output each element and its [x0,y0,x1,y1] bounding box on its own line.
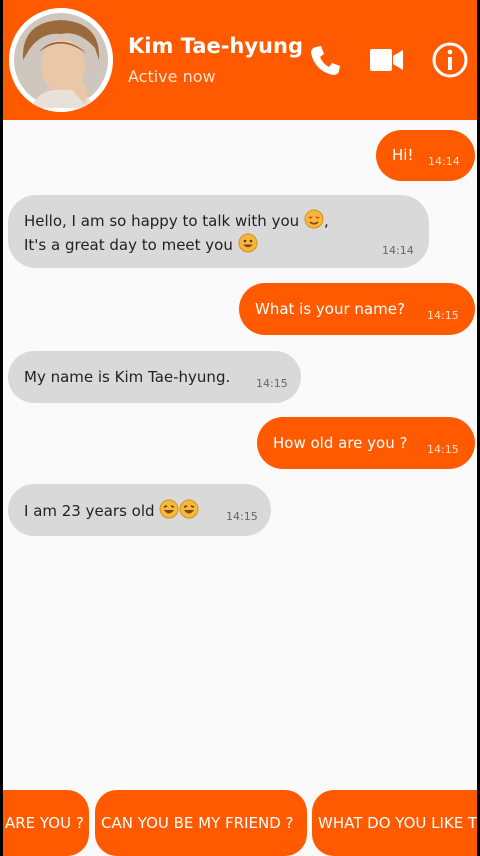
message-list: Hi! 14:14 Hello, I am so happy to talk w… [3,120,477,790]
heart-eyes-emoji-icon [304,209,324,229]
phone-icon[interactable] [305,40,345,80]
message-time: 14:15 [226,510,258,523]
chat-header: Kim Tae-hyung Active now [3,0,477,120]
message-time: 14:15 [256,377,288,390]
message-line: Hello, I am so happy to talk with you , [24,209,329,232]
laughing-emoji-icon [179,499,199,519]
quick-reply-chip[interactable]: CAN YOU BE MY FRIEND ? [95,790,307,856]
message-bubble-outgoing[interactable]: What is your name? 14:15 [239,283,475,335]
chat-screen: Kim Tae-hyung Active now Hi! 14:14 Hello… [3,0,477,856]
contact-name: Kim Tae-hyung [128,34,303,58]
message-line: I am 23 years old [24,499,199,522]
message-time: 14:15 [427,309,459,322]
message-bubble-outgoing[interactable]: Hi! 14:14 [376,130,475,181]
video-camera-icon[interactable] [366,40,406,80]
message-text: My name is Kim Tae-hyung. [24,368,231,386]
grinning-emoji-icon [238,233,258,253]
message-bubble-incoming[interactable]: Hello, I am so happy to talk with you , … [8,195,429,268]
message-bubble-incoming[interactable]: My name is Kim Tae-hyung. 14:15 [8,351,301,403]
quick-reply-chip[interactable]: ARE YOU ? [3,790,89,856]
message-text: What is your name? [255,300,405,318]
message-time: 14:14 [382,244,414,257]
message-bubble-outgoing[interactable]: How old are you ? 14:15 [257,417,475,469]
message-bubble-incoming[interactable]: I am 23 years old 14:15 [8,484,271,536]
message-time: 14:14 [428,155,460,168]
laughing-emoji-icon [159,499,179,519]
quick-reply-chip[interactable]: WHAT DO YOU LIKE T [312,790,477,856]
contact-status: Active now [128,67,216,86]
quick-replies-bar: ARE YOU ? CAN YOU BE MY FRIEND ? WHAT DO… [3,790,477,856]
message-time: 14:15 [427,443,459,456]
contact-avatar[interactable] [9,8,113,112]
message-text: How old are you ? [273,434,408,452]
message-line: It's a great day to meet you [24,233,258,256]
message-text: Hi! [392,146,414,164]
info-icon[interactable] [430,40,470,80]
